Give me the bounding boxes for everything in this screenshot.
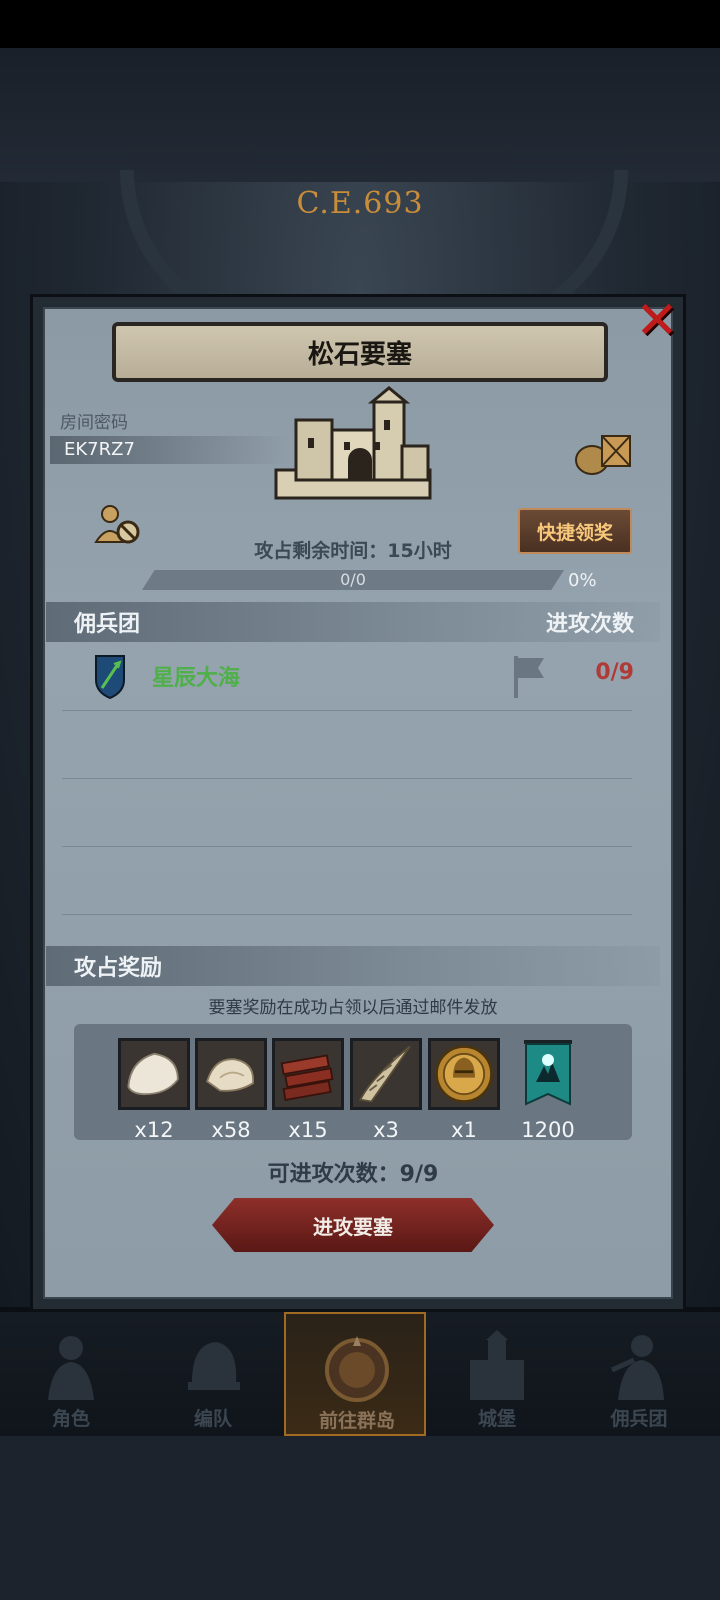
reward-section-header: 攻占奖励 bbox=[46, 946, 660, 986]
nav-label: 城堡 bbox=[477, 1408, 516, 1430]
castle-icon bbox=[274, 386, 432, 500]
warrior-icon bbox=[610, 1335, 664, 1400]
attack-times-header: 进攻次数 bbox=[545, 612, 634, 637]
progress-text: 0/0 bbox=[340, 570, 366, 589]
status-bar bbox=[0, 0, 720, 48]
castle-icon bbox=[470, 1330, 524, 1400]
reward-qty: x3 bbox=[373, 1118, 399, 1142]
reward-qty: x12 bbox=[134, 1118, 174, 1142]
reward-item[interactable]: x15 bbox=[272, 1038, 344, 1142]
mercenary-row[interactable]: 星辰大海 0/9 bbox=[76, 650, 636, 706]
hide-leather-icon bbox=[195, 1038, 267, 1110]
capture-progress-bar: 0/0 bbox=[142, 570, 564, 590]
nav-label: 角色 bbox=[51, 1408, 90, 1430]
supply-sack-crate-icon[interactable] bbox=[572, 428, 632, 476]
compass-map-icon bbox=[325, 1336, 389, 1402]
row-divider bbox=[62, 778, 632, 779]
reward-note: 要塞奖励在成功占领以后通过邮件发放 bbox=[208, 998, 498, 1018]
reward-qty: x58 bbox=[211, 1118, 251, 1142]
mercenary-attack-count: 0/9 bbox=[595, 660, 634, 685]
reward-item[interactable]: x58 bbox=[195, 1038, 267, 1142]
reward-item[interactable]: 1200 bbox=[512, 1038, 584, 1142]
nav-item-formation[interactable]: 编队 bbox=[142, 1312, 284, 1436]
room-password-value: EK7RZ7 bbox=[50, 436, 290, 464]
helmet-icon bbox=[188, 1342, 240, 1390]
row-divider bbox=[62, 710, 632, 711]
mercenary-section-header: 佣兵团 进攻次数 bbox=[46, 602, 660, 642]
reward-section-title: 攻占奖励 bbox=[74, 956, 163, 981]
nav-item-castle[interactable]: 城堡 bbox=[426, 1312, 568, 1436]
wood-planks-icon bbox=[272, 1038, 344, 1110]
mercenary-section-title: 佣兵团 bbox=[74, 612, 141, 637]
background-top bbox=[0, 48, 720, 182]
reward-item[interactable]: x1 bbox=[428, 1038, 500, 1142]
era-label: C.E.693 bbox=[296, 186, 424, 221]
row-divider bbox=[62, 846, 632, 847]
room-password-label: 房间密码 bbox=[60, 413, 128, 433]
available-attacks-text: 可进攻次数：9/9 bbox=[267, 1162, 439, 1187]
knight-icon bbox=[48, 1336, 94, 1400]
nav-label: 编队 bbox=[193, 1408, 232, 1430]
horn-icon bbox=[350, 1038, 422, 1110]
knight-helmet-coin-icon bbox=[428, 1038, 500, 1110]
remaining-time-text: 攻占剩余时间：15小时 bbox=[254, 540, 452, 562]
nav-label: 佣兵团 bbox=[610, 1408, 668, 1430]
flag-icon bbox=[514, 656, 544, 698]
guild-banner-icon bbox=[524, 1040, 572, 1106]
background-bottom bbox=[0, 1436, 720, 1600]
shield-sword-icon bbox=[95, 655, 125, 700]
nav-item-character[interactable]: 角色 bbox=[0, 1312, 142, 1436]
reward-item[interactable]: x12 bbox=[118, 1038, 190, 1142]
close-button[interactable]: ✕ bbox=[632, 294, 682, 348]
close-x-icon: ✕ bbox=[635, 291, 679, 351]
attack-fortress-button[interactable]: 进攻要塞 bbox=[212, 1198, 494, 1252]
bottom-navigation: 角色 编队 前往群岛 城堡 佣兵团 bbox=[0, 1312, 720, 1436]
nav-label: 前往群岛 bbox=[318, 1410, 395, 1432]
reward-qty: x15 bbox=[288, 1118, 328, 1142]
reward-item[interactable]: x3 bbox=[350, 1038, 422, 1142]
nav-item-islands[interactable]: 前往群岛 bbox=[284, 1312, 426, 1436]
reward-qty: x1 bbox=[451, 1118, 477, 1142]
reward-qty: 1200 bbox=[521, 1118, 575, 1142]
progress-percent: 0% bbox=[568, 570, 597, 591]
fur-pelt-icon bbox=[118, 1038, 190, 1110]
row-divider bbox=[62, 914, 632, 915]
mercenary-name: 星辰大海 bbox=[152, 666, 241, 691]
nav-item-mercenary[interactable]: 佣兵团 bbox=[568, 1312, 710, 1436]
dialog-title: 松石要塞 bbox=[112, 322, 608, 382]
